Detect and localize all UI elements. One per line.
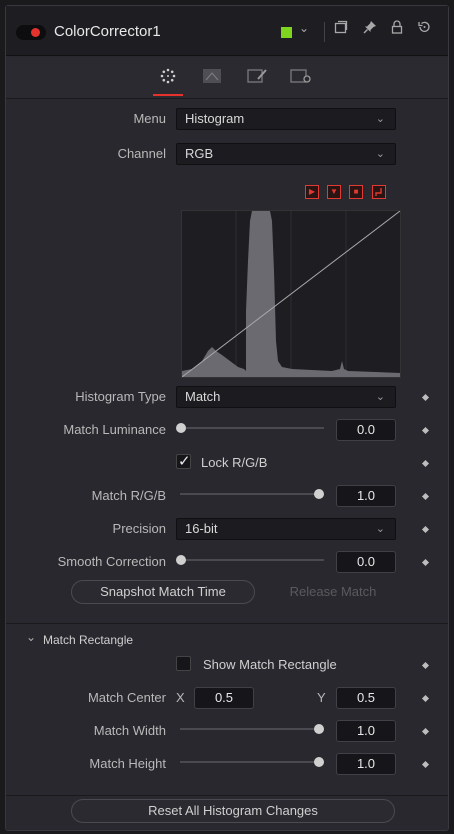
chevron-down-icon[interactable]: ⌄ [26, 630, 36, 644]
channel-value: RGB [185, 146, 214, 161]
match-rgb-label: Match R/G/B [91, 488, 166, 503]
center-y-label: Y [317, 690, 326, 705]
histogram-type-label: Histogram Type [75, 389, 166, 404]
match-rectangle-section-title[interactable]: Match Rectangle [43, 633, 133, 647]
inspector-panel: ColorCorrector1 ⌄ Menu Histogram ⌄ Chann… [5, 5, 449, 831]
histogram-type-value: Match [185, 389, 221, 404]
window-icon[interactable] [334, 20, 348, 37]
chevron-down-icon: ⌄ [375, 391, 385, 403]
match-width-knob[interactable] [314, 724, 324, 734]
menu-value: Histogram [185, 111, 245, 126]
settings-tab-icon[interactable] [289, 67, 311, 85]
histogram-graph[interactable] [181, 210, 401, 378]
match-luminance-input[interactable]: 0.0 [336, 419, 396, 441]
match-rgb-slider[interactable] [180, 493, 324, 495]
channel-dropdown[interactable]: RGB ⌄ [176, 143, 396, 165]
pin-icon[interactable] [363, 20, 377, 37]
match-height-knob[interactable] [314, 757, 324, 767]
precision-label: Precision [112, 521, 166, 536]
section-divider [6, 623, 448, 624]
match-height-slider[interactable] [180, 761, 324, 763]
menu-label: Menu [133, 111, 166, 126]
chevron-down-icon: ⌄ [375, 148, 385, 160]
center-x-label: X [176, 690, 185, 705]
node-header: ColorCorrector1 ⌄ [6, 6, 448, 56]
lock-rgb-label: Lock R/G/B [201, 455, 268, 470]
play-icon[interactable]: ▶ [305, 185, 319, 199]
lock-rgb-checkbox[interactable]: ✓ [176, 453, 191, 470]
match-luminance-slider[interactable] [180, 427, 324, 429]
node-name: ColorCorrector1 [54, 23, 161, 40]
smooth-correction-knob[interactable] [176, 555, 186, 565]
match-center-label: Match Center [87, 690, 166, 705]
keyframe-diamond-icon[interactable] [421, 492, 430, 501]
keyframe-diamond-icon[interactable] [421, 661, 430, 670]
menu-dropdown[interactable]: Histogram ⌄ [176, 108, 396, 130]
chevron-down-icon: ⌄ [375, 523, 385, 535]
match-width-slider[interactable] [180, 728, 324, 730]
match-rgb-knob[interactable] [314, 489, 324, 499]
levels-tab-icon[interactable] [201, 67, 223, 85]
dropdown-icon[interactable]: ▼ [327, 185, 341, 199]
inspector-tabs [6, 57, 448, 99]
chevron-down-icon[interactable]: ⌄ [299, 21, 309, 35]
color-tab-icon[interactable] [157, 67, 179, 85]
chevron-down-icon: ⌄ [375, 113, 385, 125]
keyframe-diamond-icon[interactable] [421, 459, 430, 468]
show-match-rectangle-label: Show Match Rectangle [203, 657, 337, 672]
center-x-input[interactable]: 0.5 [194, 687, 254, 709]
match-width-input[interactable]: 1.0 [336, 720, 396, 742]
keyframe-diamond-icon[interactable] [421, 393, 430, 402]
keyframe-diamond-icon[interactable] [421, 558, 430, 567]
match-height-input[interactable]: 1.0 [336, 753, 396, 775]
keyframe-diamond-icon[interactable] [421, 727, 430, 736]
match-height-label: Match Height [89, 756, 166, 771]
precision-dropdown[interactable]: 16-bit ⌄ [176, 518, 396, 540]
show-match-rectangle-checkbox[interactable] [176, 656, 191, 671]
snapshot-match-time-button[interactable]: Snapshot Match Time [71, 580, 255, 604]
curve-icon[interactable] [372, 185, 386, 199]
lock-icon[interactable] [390, 20, 404, 37]
match-luminance-label: Match Luminance [63, 422, 166, 437]
match-luminance-knob[interactable] [176, 423, 186, 433]
precision-value: 16-bit [185, 521, 218, 536]
histogram-type-dropdown[interactable]: Match ⌄ [176, 386, 396, 408]
release-match-button[interactable]: Release Match [278, 584, 388, 599]
match-width-label: Match Width [93, 723, 166, 738]
checkmark-icon: ✓ [178, 453, 191, 470]
enable-dot [31, 28, 40, 37]
options-tab-icon[interactable] [246, 67, 268, 85]
stop-icon[interactable]: ■ [349, 185, 363, 199]
header-divider [324, 22, 325, 42]
channel-label: Channel [117, 146, 166, 161]
node-color-swatch[interactable] [281, 27, 292, 38]
keyframe-diamond-icon[interactable] [421, 760, 430, 769]
reset-histogram-button[interactable]: Reset All Histogram Changes [71, 799, 395, 823]
keyframe-diamond-icon[interactable] [421, 525, 430, 534]
node-enable-toggle[interactable] [16, 25, 46, 40]
active-tab-indicator [153, 94, 183, 96]
smooth-correction-input[interactable]: 0.0 [336, 551, 396, 573]
keyframe-diamond-icon[interactable] [421, 694, 430, 703]
center-y-input[interactable]: 0.5 [336, 687, 396, 709]
reset-icon[interactable] [417, 20, 431, 37]
match-rgb-input[interactable]: 1.0 [336, 485, 396, 507]
section-divider [6, 795, 448, 796]
smooth-correction-slider[interactable] [180, 559, 324, 561]
smooth-correction-label: Smooth Correction [57, 554, 166, 569]
keyframe-diamond-icon[interactable] [421, 426, 430, 435]
